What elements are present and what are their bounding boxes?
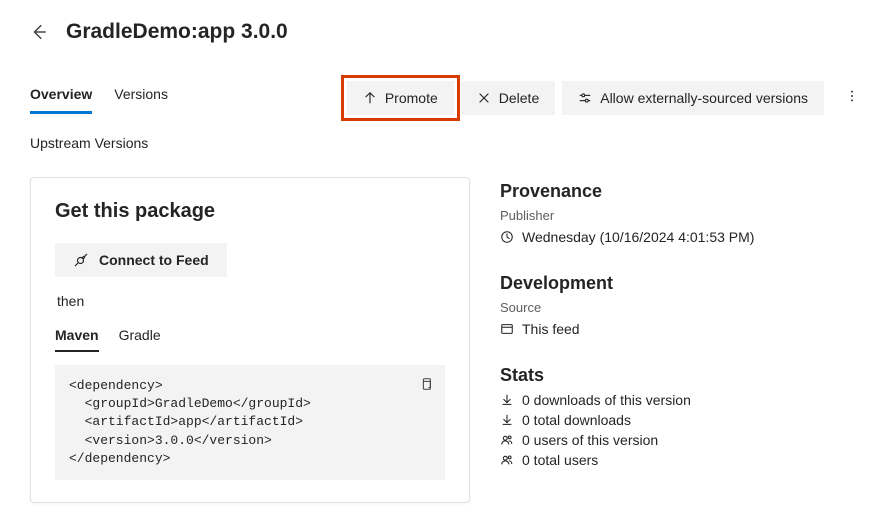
provenance-title: Provenance [500, 181, 865, 202]
stat-users-version: 0 users of this version [522, 432, 658, 448]
tab-overview[interactable]: Overview [30, 80, 92, 114]
download-icon [500, 393, 514, 407]
page-title: GradleDemo:app 3.0.0 [66, 20, 288, 44]
subtab-gradle[interactable]: Gradle [119, 323, 161, 352]
delete-button[interactable]: Delete [461, 81, 555, 115]
promote-button-label: Promote [385, 90, 438, 106]
stat-downloads-version: 0 downloads of this version [522, 392, 691, 408]
connect-to-feed-button[interactable]: Connect to Feed [55, 243, 227, 277]
tab-versions[interactable]: Versions [114, 80, 168, 114]
development-section: Development Source This feed [500, 273, 865, 337]
more-vertical-icon [845, 88, 859, 104]
get-this-package-card: Get this package Connect to Feed then Ma… [30, 177, 470, 503]
stats-section: Stats 0 downloads of this version 0 tota… [500, 365, 865, 468]
stats-title: Stats [500, 365, 865, 386]
package-manager-tabs: Maven Gradle [55, 323, 445, 353]
users-icon [500, 433, 514, 447]
publisher-label: Publisher [500, 208, 865, 223]
more-actions-button[interactable] [839, 80, 865, 115]
then-text: then [57, 293, 443, 309]
promote-button[interactable]: Promote [347, 81, 454, 115]
published-timestamp: Wednesday (10/16/2024 4:01:53 PM) [522, 229, 754, 245]
allow-external-button[interactable]: Allow externally-sourced versions [562, 81, 824, 115]
dependency-snippet: <dependency> <groupId>GradleDemo</groupI… [55, 365, 445, 480]
plug-icon [73, 252, 89, 268]
source-value: This feed [522, 321, 580, 337]
command-bar: Promote Delete Allow externally-sourced … [347, 80, 865, 115]
copy-snippet-button[interactable] [415, 373, 437, 398]
allow-external-button-label: Allow externally-sourced versions [600, 90, 808, 106]
upstream-versions-heading: Upstream Versions [30, 135, 865, 151]
close-icon [477, 91, 491, 105]
development-title: Development [500, 273, 865, 294]
stat-users-total: 0 total users [522, 452, 598, 468]
feed-icon [500, 322, 514, 336]
users-icon [500, 453, 514, 467]
connect-to-feed-label: Connect to Feed [99, 252, 209, 268]
dependency-code: <dependency> <groupId>GradleDemo</groupI… [69, 378, 311, 466]
copy-icon [419, 377, 433, 391]
back-arrow-icon[interactable] [30, 23, 48, 41]
delete-button-label: Delete [499, 90, 539, 106]
download-icon [500, 413, 514, 427]
stat-downloads-total: 0 total downloads [522, 412, 631, 428]
clock-icon [500, 230, 514, 244]
arrow-up-icon [363, 91, 377, 105]
source-label: Source [500, 300, 865, 315]
sliders-icon [578, 91, 592, 105]
subtab-maven[interactable]: Maven [55, 323, 99, 352]
get-this-package-title: Get this package [55, 200, 445, 223]
provenance-section: Provenance Publisher Wednesday (10/16/20… [500, 181, 865, 245]
main-tabs: Overview Versions [30, 80, 168, 114]
